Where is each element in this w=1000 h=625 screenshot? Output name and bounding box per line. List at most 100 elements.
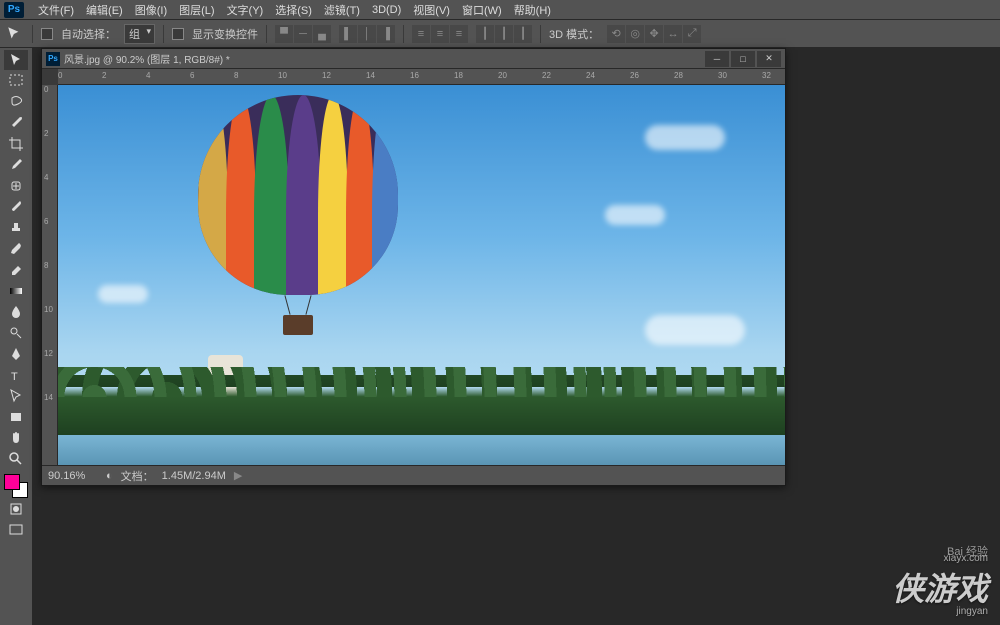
eyedropper-tool[interactable] (4, 155, 28, 175)
exposure-icon[interactable]: ◐ (106, 470, 113, 482)
path-select-tool[interactable] (4, 386, 28, 406)
marquee-tool[interactable] (4, 71, 28, 91)
doc-size-label: 文档： (121, 468, 154, 484)
menu-type[interactable]: 文字(Y) (221, 0, 270, 20)
dodge-tool[interactable] (4, 323, 28, 343)
divider (403, 25, 404, 43)
menu-edit[interactable]: 编辑(E) (80, 0, 129, 20)
status-arrow-icon[interactable]: ▶ (234, 469, 242, 482)
minimize-button[interactable]: ─ (877, 261, 901, 277)
menu-view[interactable]: 视图(V) (407, 0, 456, 20)
menu-file[interactable]: 文件(F) (32, 0, 80, 20)
svg-text:T: T (11, 371, 18, 383)
hand-tool[interactable] (4, 428, 28, 448)
menu-filter[interactable]: 滤镜(T) (318, 0, 366, 20)
image-content (58, 85, 785, 465)
quickmask-tool[interactable] (4, 499, 28, 519)
distribute-left-icon[interactable]: ┃ (476, 25, 494, 43)
divider (540, 25, 541, 43)
auto-select-label: 自动选择： (61, 26, 116, 42)
menu-bar: Ps 文件(F) 编辑(E) 图像(I) 图层(L) 文字(Y) 选择(S) 滤… (0, 0, 1000, 20)
divider (163, 25, 164, 43)
canvas-area: Ps 风景.jpg @ 90.2% (图层 1, RGB/8#) * ─ □ ✕… (33, 48, 1000, 625)
3d-orbit-icon[interactable]: ⟲ (607, 25, 625, 43)
status-arrow-icon[interactable]: ▶ (660, 586, 668, 599)
doc-icon: Ps (46, 52, 60, 66)
blur-tool[interactable] (4, 302, 28, 322)
document-titlebar[interactable]: Ps 风景.jpg @ 90.2% (图层 1, RGB/8#) * ─ □ ✕ (42, 49, 785, 69)
doc-size-label: 文档： (543, 585, 576, 601)
brush-tool[interactable] (4, 197, 28, 217)
3d-mode-label: 3D 模式： (549, 26, 599, 42)
3d-slide-icon[interactable]: ↔ (664, 25, 682, 43)
ruler-vertical[interactable]: 02468101214 (42, 85, 58, 465)
distribute-hcenter-icon[interactable]: ┃ (495, 25, 513, 43)
type-tool[interactable]: T (4, 365, 28, 385)
align-hcenter-icon[interactable]: │ (358, 25, 376, 43)
heal-tool[interactable] (4, 176, 28, 196)
3d-buttons: ⟲ ◎ ✥ ↔ ⤢ (607, 25, 701, 43)
ruler-horizontal[interactable]: 02468101214161820222426283032 (58, 69, 785, 85)
pen-tool[interactable] (4, 344, 28, 364)
toolbox: T (0, 48, 33, 625)
workspace: T Ps 风景.jpg @ 90.2% (图层 1, RGB/8#) * ─ □… (0, 48, 1000, 625)
minimize-button[interactable]: ─ (705, 51, 729, 67)
3d-roll-icon[interactable]: ◎ (626, 25, 644, 43)
menu-select[interactable]: 选择(S) (269, 0, 318, 20)
distribute-top-icon[interactable]: ≡ (412, 25, 430, 43)
stamp-tool[interactable] (4, 218, 28, 238)
menu-layer[interactable]: 图层(L) (173, 0, 220, 20)
maximize-button[interactable]: □ (903, 261, 927, 277)
crop-tool[interactable] (4, 134, 28, 154)
align-vcenter-icon[interactable]: ─ (294, 25, 312, 43)
eraser-tool[interactable] (4, 260, 28, 280)
document-title: 风景.jpg @ 90.2% (图层 1, RGB/8#) * (64, 51, 705, 66)
wand-tool[interactable] (4, 113, 28, 133)
distribute-bottom-icon[interactable]: ≡ (450, 25, 468, 43)
zoom-level[interactable]: 90.16% (48, 470, 98, 482)
close-button[interactable]: ✕ (929, 261, 953, 277)
gradient-tool[interactable] (4, 281, 28, 301)
divider (266, 25, 267, 43)
distribute-buttons: ≡ ≡ ≡ (412, 25, 468, 43)
align-top-icon[interactable]: ▀ (275, 25, 293, 43)
3d-scale-icon[interactable]: ⤢ (683, 25, 701, 43)
3d-pan-icon[interactable]: ✥ (645, 25, 663, 43)
doc-size-value: 1.45M/2.94M (162, 470, 226, 482)
distribute-right-icon[interactable]: ┃ (514, 25, 532, 43)
distribute-vcenter-icon[interactable]: ≡ (431, 25, 449, 43)
screenmode-tool[interactable] (4, 520, 28, 540)
shape-tool[interactable] (4, 407, 28, 427)
align-bottom-icon[interactable]: ▄ (313, 25, 331, 43)
lasso-tool[interactable] (4, 92, 28, 112)
color-swatches[interactable] (4, 474, 28, 498)
maximize-button[interactable]: □ (731, 51, 755, 67)
zoom-tool[interactable] (4, 449, 28, 469)
distribute-buttons-h: ┃ ┃ ┃ (476, 25, 532, 43)
exposure-icon[interactable]: ◐ (528, 587, 535, 599)
show-transform-checkbox[interactable] (172, 28, 184, 40)
menu-3d[interactable]: 3D(D) (366, 2, 407, 18)
auto-select-dropdown[interactable]: 组 (124, 24, 155, 44)
menu-help[interactable]: 帮助(H) (508, 0, 557, 20)
foreground-color[interactable] (4, 474, 20, 490)
align-buttons-h: ▌ │ ▐ (339, 25, 395, 43)
align-left-icon[interactable]: ▌ (339, 25, 357, 43)
canvas[interactable] (58, 85, 785, 465)
zoom-level[interactable]: 90.91% (470, 587, 520, 599)
move-tool[interactable] (4, 50, 28, 70)
align-right-icon[interactable]: ▐ (377, 25, 395, 43)
menu-image[interactable]: 图像(I) (129, 0, 173, 20)
options-bar: 自动选择： 组 显示变换控件 ▀ ─ ▄ ▌ │ ▐ ≡ ≡ ≡ ┃ ┃ ┃ 3… (0, 20, 1000, 48)
close-button[interactable]: ✕ (757, 51, 781, 67)
align-buttons: ▀ ─ ▄ (275, 25, 331, 43)
app-logo: Ps (4, 2, 24, 18)
history-brush-tool[interactable] (4, 239, 28, 259)
doc-size-value: 773.1K/1.51M (584, 587, 653, 599)
menu-window[interactable]: 窗口(W) (456, 0, 508, 20)
status-bar: 90.16% ◐ 文档： 1.45M/2.94M ▶ (42, 465, 785, 485)
divider (32, 25, 33, 43)
move-tool-icon[interactable] (6, 25, 24, 43)
auto-select-checkbox[interactable] (41, 28, 53, 40)
status-bar: 90.91% ◐ 文档： 773.1K/1.51M ▶ (464, 582, 957, 602)
